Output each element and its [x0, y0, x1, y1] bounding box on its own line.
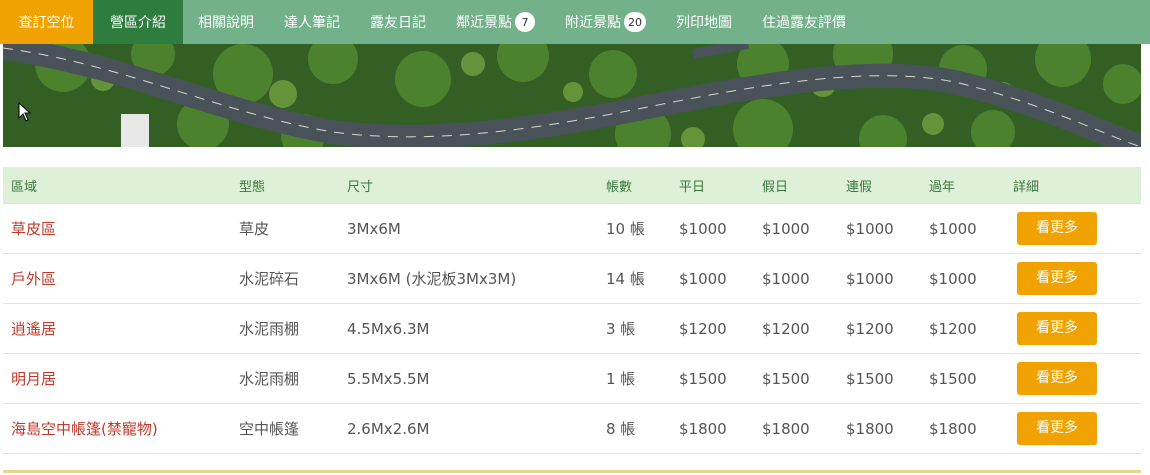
long-holiday-price: $1500 — [838, 353, 921, 404]
column-header: 詳細 — [1005, 167, 1141, 204]
area-name: 草皮區 — [3, 203, 231, 254]
nav-label: 相關說明 — [198, 15, 254, 31]
see-more-button[interactable]: 看更多 — [1017, 312, 1097, 345]
new-year-price: $1000 — [921, 203, 1005, 254]
column-header: 假日 — [754, 167, 838, 204]
column-header: 平日 — [671, 167, 754, 204]
nav-related-info[interactable]: 相關說明 — [183, 0, 269, 44]
detail-cell: 看更多 — [1005, 403, 1141, 454]
nav-label: 達人筆記 — [284, 15, 340, 31]
tent-count: 1 帳 — [598, 353, 671, 404]
column-header: 過年 — [921, 167, 1005, 204]
nav-campsite-intro[interactable]: 營區介紹 — [93, 0, 183, 44]
table-row: 明月居 水泥雨棚 5.5Mx5.5M 1 帳 $1500 $1500 $1500… — [3, 353, 1141, 404]
campsite-table: 區域 型態 尺寸 帳數 平日 假日 連假 過年 詳細 草皮區 草皮 3Mx6M … — [3, 167, 1141, 454]
new-year-price: $1500 — [921, 353, 1005, 404]
area-name: 戶外區 — [3, 253, 231, 304]
column-header: 型態 — [231, 167, 339, 204]
area-name: 逍遙居 — [3, 303, 231, 354]
tent-count: 8 帳 — [598, 403, 671, 454]
nav-label: 住過露友評價 — [762, 15, 846, 31]
tent-count: 10 帳 — [598, 203, 671, 254]
nav-label: 查訂空位 — [18, 15, 75, 31]
site-size: 2.6Mx2.6M — [339, 403, 598, 454]
nav-label: 列印地圖 — [676, 15, 732, 31]
new-year-price: $1800 — [921, 403, 1005, 454]
site-size: 3Mx6M (水泥板3Mx3M) — [339, 253, 598, 304]
see-more-button[interactable]: 看更多 — [1017, 262, 1097, 295]
mouse-pointer-icon — [18, 102, 32, 122]
column-header: 帳數 — [598, 167, 671, 204]
tent-count: 14 帳 — [598, 253, 671, 304]
long-holiday-price: $1000 — [838, 203, 921, 254]
area-name: 明月居 — [3, 353, 231, 404]
nav-camper-diary[interactable]: 露友日記 — [355, 0, 441, 44]
nav-surrounding-spots[interactable]: 附近景點 20 — [550, 0, 661, 44]
site-type: 水泥雨棚 — [231, 353, 339, 404]
banner-image — [3, 44, 1141, 147]
site-size: 5.5Mx5.5M — [339, 353, 598, 404]
holiday-price: $1200 — [754, 303, 838, 354]
see-more-button[interactable]: 看更多 — [1017, 212, 1097, 245]
tent-count: 3 帳 — [598, 303, 671, 354]
detail-cell: 看更多 — [1005, 253, 1141, 304]
see-more-button[interactable]: 看更多 — [1017, 362, 1097, 395]
column-header: 區域 — [3, 167, 231, 204]
area-name: 海島空中帳篷(禁寵物) — [3, 403, 231, 454]
aerial-road-photo-icon — [3, 44, 1141, 147]
nav-label: 鄰近景點 — [456, 15, 512, 31]
new-year-price: $1000 — [921, 253, 1005, 304]
detail-cell: 看更多 — [1005, 203, 1141, 254]
nav-expert-notes[interactable]: 達人筆記 — [269, 0, 355, 44]
nav-book-availability[interactable]: 查訂空位 — [0, 0, 93, 44]
weekday-price: $1800 — [671, 403, 754, 454]
site-type: 草皮 — [231, 203, 339, 254]
table-row: 戶外區 水泥碎石 3Mx6M (水泥板3Mx3M) 14 帳 $1000 $10… — [3, 253, 1141, 304]
weekday-price: $1000 — [671, 203, 754, 254]
detail-cell: 看更多 — [1005, 353, 1141, 404]
table-row: 海島空中帳篷(禁寵物) 空中帳篷 2.6Mx2.6M 8 帳 $1800 $18… — [3, 403, 1141, 454]
nav-camper-reviews[interactable]: 住過露友評價 — [747, 0, 861, 44]
site-size: 4.5Mx6.3M — [339, 303, 598, 354]
site-type: 水泥碎石 — [231, 253, 339, 304]
count-badge: 20 — [624, 12, 646, 32]
holiday-price: $1000 — [754, 203, 838, 254]
site-type: 空中帳篷 — [231, 403, 339, 454]
holiday-price: $1800 — [754, 403, 838, 454]
column-header: 連假 — [838, 167, 921, 204]
see-more-button[interactable]: 看更多 — [1017, 412, 1097, 445]
detail-cell: 看更多 — [1005, 303, 1141, 354]
long-holiday-price: $1000 — [838, 253, 921, 304]
weekday-price: $1500 — [671, 353, 754, 404]
long-holiday-price: $1800 — [838, 403, 921, 454]
column-header: 尺寸 — [339, 167, 598, 204]
table-row: 草皮區 草皮 3Mx6M 10 帳 $1000 $1000 $1000 $100… — [3, 203, 1141, 254]
site-size: 3Mx6M — [339, 203, 598, 254]
long-holiday-price: $1200 — [838, 303, 921, 354]
nav-print-map[interactable]: 列印地圖 — [661, 0, 747, 44]
new-year-price: $1200 — [921, 303, 1005, 354]
holiday-price: $1000 — [754, 253, 838, 304]
top-nav: 查訂空位 營區介紹 相關說明 達人筆記 露友日記 鄰近景點 7 附近景點 20 … — [0, 0, 1150, 44]
weekday-price: $1000 — [671, 253, 754, 304]
count-badge: 7 — [515, 12, 535, 32]
section-divider — [3, 470, 1141, 473]
weekday-price: $1200 — [671, 303, 754, 354]
nav-label: 附近景點 — [565, 15, 621, 31]
table-row: 逍遙居 水泥雨棚 4.5Mx6.3M 3 帳 $1200 $1200 $1200… — [3, 303, 1141, 354]
nav-label: 營區介紹 — [110, 15, 166, 31]
site-type: 水泥雨棚 — [231, 303, 339, 354]
nav-nearby-spots[interactable]: 鄰近景點 7 — [441, 0, 550, 44]
table-header-row: 區域 型態 尺寸 帳數 平日 假日 連假 過年 詳細 — [3, 167, 1141, 204]
holiday-price: $1500 — [754, 353, 838, 404]
nav-label: 露友日記 — [370, 15, 426, 31]
